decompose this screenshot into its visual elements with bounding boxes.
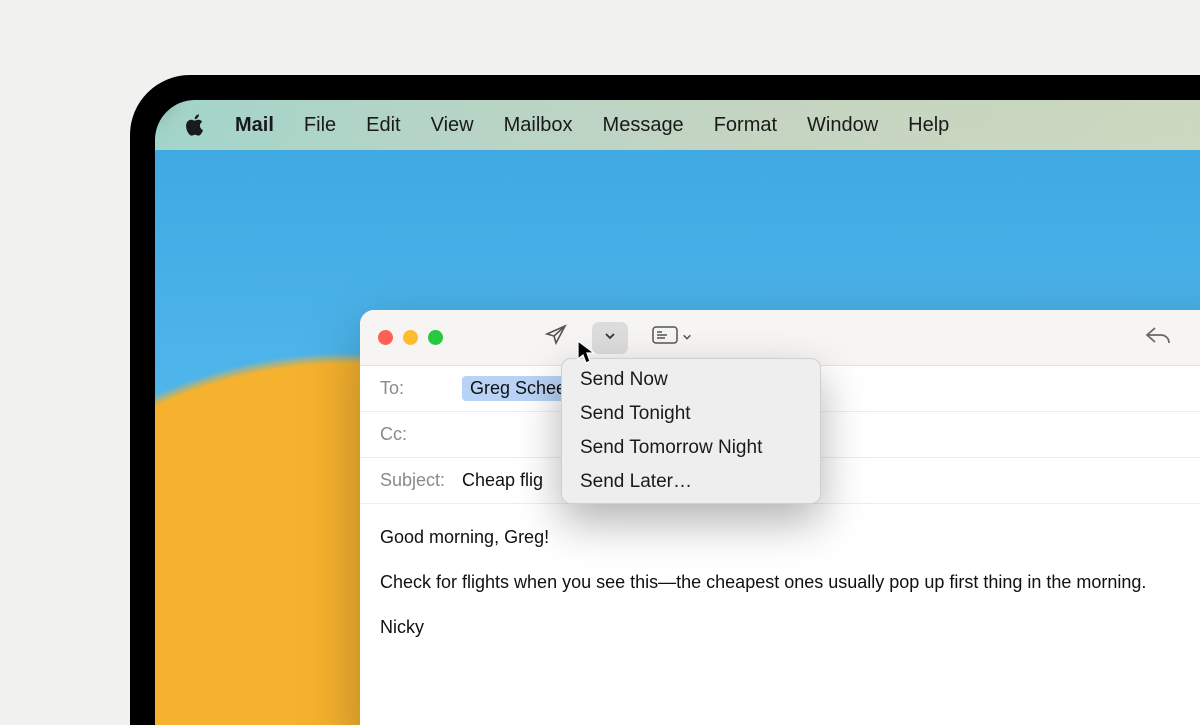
menubar-item-message[interactable]: Message [603, 114, 684, 137]
laptop-bezel: Mail File Edit View Mailbox Message Form… [130, 75, 1200, 725]
body-line-2: Check for flights when you see this—the … [380, 569, 1200, 596]
menubar-item-file[interactable]: File [304, 114, 336, 137]
header-fields-icon [652, 325, 678, 350]
menu-item-send-tonight[interactable]: Send Tonight [562, 397, 820, 431]
menubar-item-view[interactable]: View [431, 114, 474, 137]
menu-item-send-now[interactable]: Send Now [562, 363, 820, 397]
chevron-down-icon [682, 329, 692, 347]
menubar-app-name[interactable]: Mail [235, 114, 274, 137]
menubar-item-window[interactable]: Window [807, 114, 878, 137]
send-menu-button[interactable] [592, 322, 628, 354]
to-label: To: [380, 378, 462, 399]
menubar-item-mailbox[interactable]: Mailbox [504, 114, 573, 137]
send-button[interactable] [538, 322, 574, 354]
apple-logo-icon[interactable] [185, 114, 205, 136]
menu-item-send-tomorrow-night[interactable]: Send Tomorrow Night [562, 431, 820, 465]
reply-button[interactable] [1140, 322, 1176, 354]
menubar-item-edit[interactable]: Edit [366, 114, 400, 137]
window-minimize-button[interactable] [403, 330, 418, 345]
menu-item-send-later[interactable]: Send Later… [562, 465, 820, 499]
header-fields-button[interactable] [646, 322, 698, 354]
window-close-button[interactable] [378, 330, 393, 345]
menubar: Mail File Edit View Mailbox Message Form… [155, 100, 1200, 150]
send-options-menu: Send Now Send Tonight Send Tomorrow Nigh… [561, 358, 821, 504]
window-zoom-button[interactable] [428, 330, 443, 345]
menubar-item-help[interactable]: Help [908, 114, 949, 137]
paper-plane-icon [544, 323, 568, 352]
reply-icon [1144, 324, 1172, 351]
message-body[interactable]: Good morning, Greg! Check for flights wh… [360, 504, 1200, 641]
cc-label: Cc: [380, 424, 462, 445]
menubar-item-format[interactable]: Format [714, 114, 777, 137]
subject-value: Cheap flig [462, 470, 543, 491]
body-signoff: Nicky [380, 614, 1200, 641]
subject-label: Subject: [380, 470, 462, 491]
chevron-down-small-icon [604, 329, 616, 347]
body-line-1: Good morning, Greg! [380, 524, 1200, 551]
